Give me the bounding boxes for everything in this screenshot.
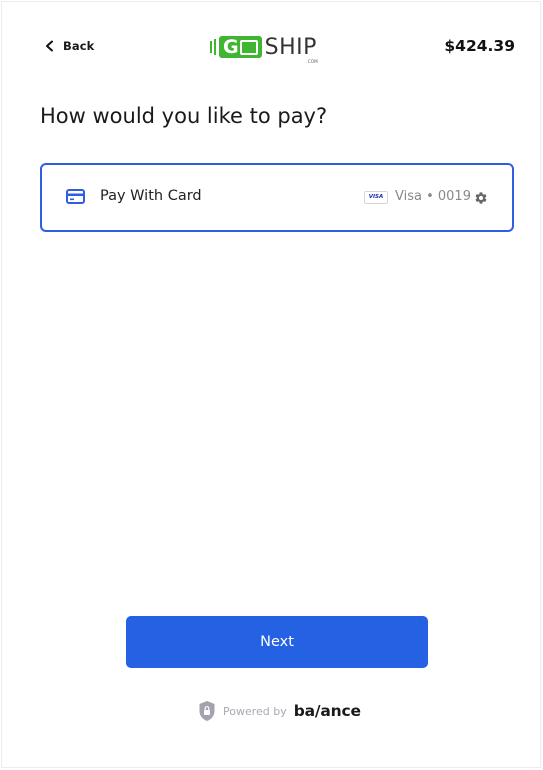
balance-logo: ba/ance <box>293 702 361 720</box>
page-title: How would you like to pay? <box>40 104 328 128</box>
logo-ship: SHIP .COM <box>264 34 318 64</box>
next-button[interactable]: Next <box>126 616 428 668</box>
powered-by-footer: Powered by ba/ance <box>198 700 361 722</box>
shield-lock-icon <box>199 701 215 721</box>
pay-with-card-label: Pay With Card <box>100 188 202 204</box>
header: Back G SHIP .COM $424.39 <box>2 28 543 68</box>
gear-icon[interactable] <box>474 191 488 205</box>
checkout-panel: Back G SHIP .COM $424.39 How would you li… <box>1 1 541 768</box>
logo-bars <box>210 39 216 55</box>
card-summary: Visa • 0019 <box>395 189 471 204</box>
credit-card-icon <box>66 189 85 204</box>
order-total: $424.39 <box>444 37 515 55</box>
chevron-left-icon <box>46 40 53 52</box>
powered-by-label: Powered by <box>223 704 287 718</box>
pay-with-card-option[interactable]: Pay With Card VISA Visa • 0019 <box>40 163 514 232</box>
back-button[interactable]: Back <box>44 39 94 53</box>
visa-badge: VISA <box>364 191 388 204</box>
goship-logo: G SHIP .COM <box>210 33 318 64</box>
logo-com: .COM <box>306 58 318 64</box>
back-label: Back <box>63 39 95 53</box>
logo-go: G <box>219 36 262 58</box>
